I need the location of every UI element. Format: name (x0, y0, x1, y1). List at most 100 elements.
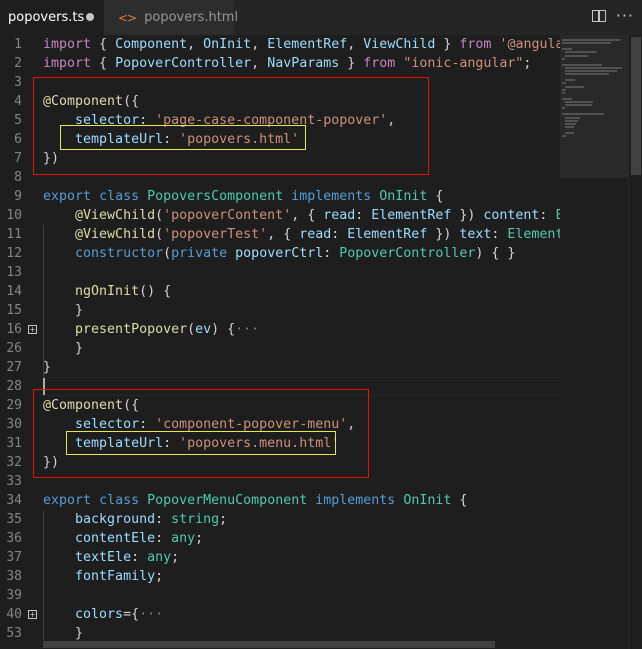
minimap-line (565, 73, 610, 76)
code-token: ( (155, 227, 164, 242)
code-editor[interactable]: 1 2 3 4 5 6 7 8 9 10 11 12 13 14 15 16 +26 27 28 29 30 31 32 33… (0, 35, 642, 649)
code-line: colors={··· (43, 605, 163, 624)
tab-popovers-ts[interactable]: popovers.ts (0, 0, 104, 35)
fold-expand-icon[interactable]: + (28, 610, 37, 619)
line-number: 36 (6, 531, 22, 546)
code-token: content (483, 208, 540, 223)
minimap-line (565, 125, 574, 128)
code-token: fontFamily (75, 569, 156, 584)
minimap-line (562, 39, 621, 41)
line-number: 11 (6, 227, 22, 242)
code-token: implements (315, 493, 396, 508)
line-number: 14 (6, 284, 22, 299)
minimap-line (562, 88, 566, 91)
code-line: constructor(private popoverCtrl: Popover… (43, 244, 515, 263)
code-token: @ViewChild (75, 208, 156, 223)
code-token: 'popoverContent' (163, 208, 292, 223)
code-line: contentEle: any; (43, 529, 203, 548)
code-token: ev (195, 322, 212, 337)
code-line: } (43, 301, 83, 320)
code-token: from (459, 37, 492, 52)
code-token: : (155, 512, 172, 527)
code-token: ; (523, 56, 532, 71)
horizontal-scrollbar-thumb[interactable] (43, 641, 495, 648)
code-token: ; (195, 531, 204, 546)
more-actions-icon[interactable]: ··· (616, 6, 634, 25)
minimap-line (565, 119, 578, 122)
code-token: { (427, 189, 444, 204)
minimap-line (562, 97, 572, 100)
fold-expand-icon[interactable]: + (28, 325, 37, 334)
code-token: ; (171, 550, 180, 565)
code-token: background (75, 512, 156, 527)
code-token: , (187, 37, 204, 52)
code-line: @ViewChild('popoverContent', { read: Ele… (43, 206, 560, 225)
code-token: any (147, 550, 172, 565)
minimap-line (565, 122, 576, 125)
code-token: Component (115, 37, 188, 52)
vertical-scrollbar-thumb[interactable] (631, 37, 641, 175)
unsaved-dot-icon[interactable] (86, 13, 94, 21)
minimap-line (565, 101, 594, 103)
line-number: 29 (6, 398, 22, 413)
code-token: class (99, 189, 140, 204)
code-token: , (251, 56, 268, 71)
code-token: import (43, 37, 92, 52)
code-token: { (91, 56, 116, 71)
annotation-yellow-box (60, 125, 306, 150)
line-number-gutter: 1 2 3 4 5 6 7 8 9 10 11 12 13 14 15 16 +26 27 28 29 30 31 32 33… (0, 35, 37, 649)
code-token: ElementRef (347, 227, 428, 242)
html-file-icon: <> (118, 10, 137, 25)
code-token: import (43, 56, 92, 71)
tab-popovers-html[interactable]: <> popovers.html (104, 0, 238, 35)
line-number: 15 (6, 303, 22, 318)
code-token: read (323, 208, 356, 223)
code-token: : (155, 531, 172, 546)
code-token: colors (75, 607, 124, 622)
code-token: textEle (75, 550, 132, 565)
code-token: : (131, 550, 148, 565)
code-line: export class PopoversComponent implement… (43, 187, 443, 206)
code-token: ) { } (475, 246, 516, 261)
code-token: constructor (75, 246, 164, 261)
minimap-line (562, 42, 611, 45)
code-token: string (171, 512, 220, 527)
minimap-line (565, 79, 575, 82)
minimap[interactable] (560, 35, 628, 649)
line-number: 2 (14, 56, 22, 71)
code-token: OnInit (203, 37, 252, 52)
line-number: 33 (6, 474, 22, 489)
code-token: ··· (235, 322, 260, 337)
code-line: } (43, 624, 83, 640)
code-token: { (451, 493, 468, 508)
editor-tab-bar: popovers.ts <> popovers.html ··· (0, 0, 642, 35)
horizontal-scrollbar[interactable] (43, 640, 560, 649)
line-number: 3 (14, 75, 22, 90)
code-token: () { (139, 284, 172, 299)
code-token: PopoversComponent (147, 189, 284, 204)
line-number: 34 (6, 493, 22, 508)
code-token: read (299, 227, 332, 242)
minimap-line (562, 82, 566, 85)
code-token: ( (187, 322, 196, 337)
split-editor-icon[interactable] (592, 10, 606, 22)
line-number: 38 (6, 569, 22, 584)
minimap-line (565, 70, 618, 72)
code-token: } (43, 303, 84, 318)
line-number: 1 (14, 37, 22, 52)
line-number: 13 (6, 265, 22, 280)
code-token: export (43, 493, 92, 508)
vertical-scrollbar[interactable] (628, 35, 642, 649)
minimap-line (562, 63, 602, 66)
